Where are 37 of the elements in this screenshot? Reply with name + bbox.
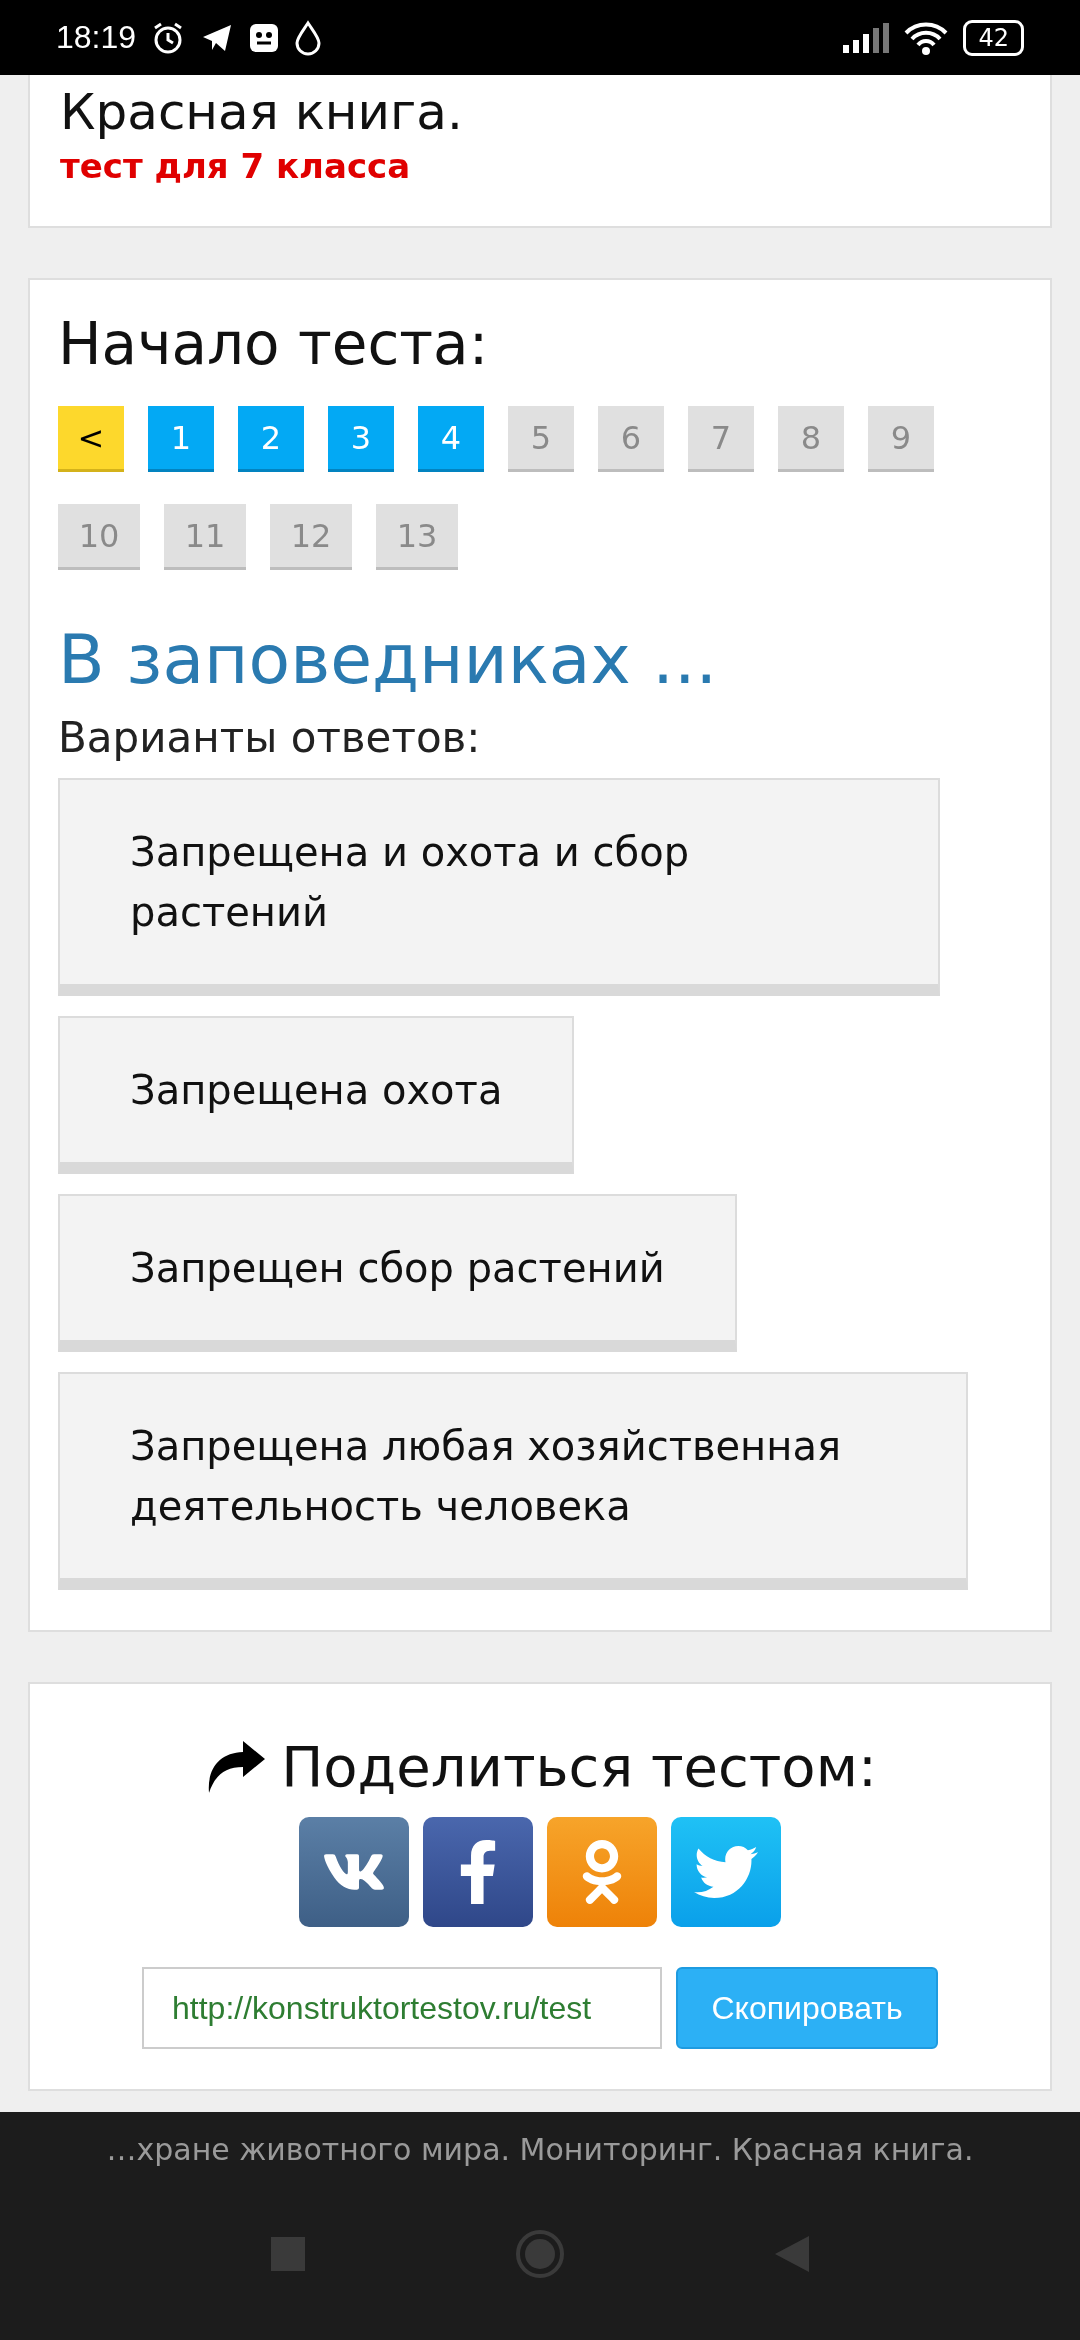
question-number-button[interactable]: 12 bbox=[270, 504, 352, 570]
question-text: В заповедниках ... bbox=[58, 620, 719, 699]
question-number-button[interactable]: 7 bbox=[688, 406, 754, 472]
back-icon[interactable] bbox=[775, 2236, 809, 2272]
question-number-button[interactable]: 6 bbox=[598, 406, 664, 472]
battery-level: 42 bbox=[963, 19, 1024, 56]
question-number-button[interactable]: 11 bbox=[164, 504, 246, 570]
answer-option[interactable]: Запрещена и охота и сбор растений bbox=[58, 778, 940, 996]
drop-icon bbox=[294, 19, 323, 56]
wifi-icon bbox=[903, 20, 950, 55]
answer-option[interactable]: Запрещена охота bbox=[58, 1016, 575, 1174]
home-icon[interactable] bbox=[515, 2229, 565, 2279]
page-title: …хране животного мира. Мониторинг. Красная книга. bbox=[106, 2132, 974, 2167]
question-number-button[interactable]: 3 bbox=[328, 406, 394, 472]
question-number-button[interactable]: 4 bbox=[418, 406, 484, 472]
share-heading: Поделиться тестом: bbox=[281, 1734, 877, 1799]
section-heading: Начало теста: bbox=[58, 310, 490, 378]
question-number-button[interactable]: 2 bbox=[238, 406, 304, 472]
signal-icon bbox=[843, 22, 890, 53]
question-number-button[interactable]: 10 bbox=[58, 504, 140, 570]
back-button[interactable]: < bbox=[58, 406, 124, 472]
clock: 18:19 bbox=[56, 19, 137, 56]
answer-option[interactable]: Запрещена любая хозяйственная деятельность человека bbox=[58, 1372, 968, 1590]
answer-option[interactable]: Запрещен сбор растений bbox=[58, 1194, 737, 1352]
test-subtitle: тест для 7 класса bbox=[60, 146, 412, 186]
test-title: Красная книга. bbox=[60, 85, 464, 140]
question-number-button[interactable]: 8 bbox=[778, 406, 844, 472]
smiley-icon bbox=[248, 21, 281, 54]
copy-button[interactable]: Скопировать bbox=[676, 1967, 938, 2049]
share-link[interactable] bbox=[299, 1817, 409, 1927]
question-number-button[interactable]: 5 bbox=[508, 406, 574, 472]
answers-label: Варианты ответов: bbox=[58, 713, 482, 762]
link-field[interactable]: http://konstruktortestov.ru/test bbox=[142, 1967, 662, 2049]
question-number-button[interactable]: 1 bbox=[148, 406, 214, 472]
share-link[interactable] bbox=[423, 1817, 533, 1927]
question-number-button[interactable]: 13 bbox=[376, 504, 458, 570]
question-number-button[interactable]: 9 bbox=[868, 406, 934, 472]
